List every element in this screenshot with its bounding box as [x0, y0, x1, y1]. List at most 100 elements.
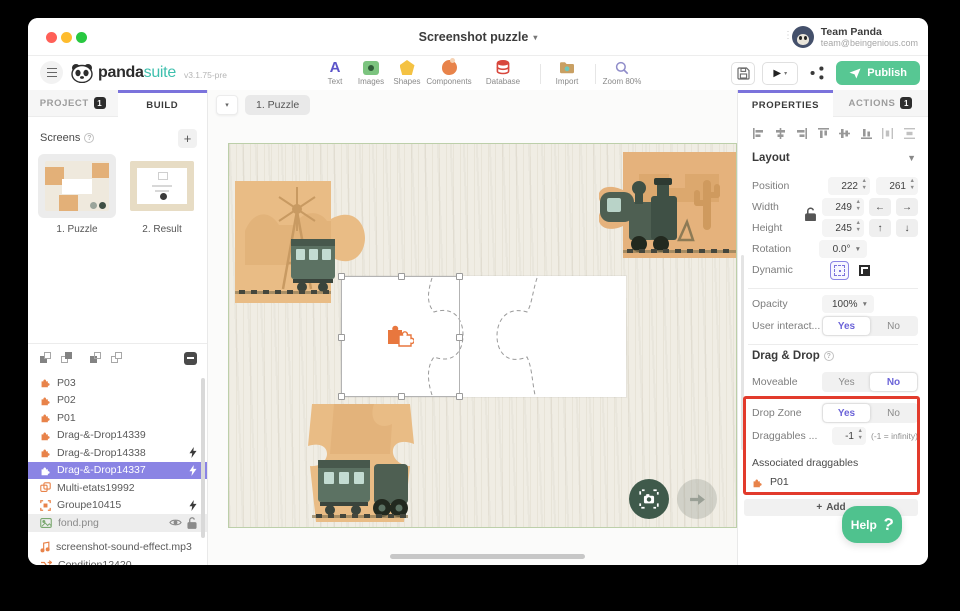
- next-button-disabled[interactable]: [677, 479, 717, 519]
- tool-zoom[interactable]: Zoom 80%: [596, 59, 648, 86]
- screen-thumbnail-puzzle[interactable]: 1. Puzzle: [38, 154, 116, 235]
- tab-actions[interactable]: ACTIONS 1: [833, 90, 928, 117]
- layer-row[interactable]: P02: [28, 392, 207, 410]
- resize-handle-ne[interactable]: [456, 273, 463, 280]
- brand-logo[interactable]: pandasuite v3.1.75-pre: [70, 59, 227, 87]
- lock-open-icon[interactable]: [187, 517, 197, 529]
- preview-button[interactable]: ▶ ▾: [762, 61, 799, 85]
- align-left-icon[interactable]: [752, 127, 765, 140]
- canvas-tab-puzzle[interactable]: 1. Puzzle: [245, 95, 311, 115]
- layer-row[interactable]: screenshot-sound-effect.mp3: [28, 539, 207, 557]
- distribute-horizontal-icon[interactable]: [881, 127, 894, 140]
- layers-scrollbar[interactable]: [201, 378, 205, 538]
- dropzone-yes[interactable]: Yes: [823, 404, 870, 422]
- height-input[interactable]: 245 ▲ ▼: [822, 219, 864, 237]
- stepper-icon[interactable]: ▲ ▼: [858, 428, 863, 442]
- send-backward-icon[interactable]: [90, 352, 102, 364]
- info-icon[interactable]: ?: [84, 133, 95, 143]
- align-bottom-icon[interactable]: [860, 127, 873, 140]
- stepper-icon[interactable]: ▲ ▼: [910, 178, 915, 192]
- stepper-icon[interactable]: ▲ ▼: [862, 178, 867, 192]
- stepper-icon[interactable]: ▲ ▼: [856, 220, 861, 234]
- resize-handle-s[interactable]: [398, 393, 405, 400]
- align-top-icon[interactable]: [817, 127, 830, 140]
- nudge-right-button[interactable]: →: [896, 198, 918, 216]
- draggables-count-input[interactable]: -1 ▲ ▼: [832, 427, 866, 445]
- user-interaction-row: User interact... Yes No: [752, 316, 918, 336]
- bring-to-front-icon[interactable]: [61, 352, 73, 364]
- tab-project[interactable]: PROJECT 1: [28, 90, 118, 117]
- tool-components[interactable]: Components: [423, 58, 475, 86]
- dragdrop-section-header: Drag & Drop ?: [752, 350, 916, 362]
- layer-row[interactable]: P03: [28, 374, 207, 392]
- nudge-down-button[interactable]: ↓: [896, 219, 918, 237]
- position-x-input[interactable]: 222 ▲ ▼: [828, 177, 870, 195]
- layer-row[interactable]: Drag-&-Drop14338: [28, 444, 207, 462]
- layer-row[interactable]: P01: [28, 409, 207, 427]
- user-interaction-yes[interactable]: Yes: [823, 317, 870, 335]
- nudge-left-button[interactable]: ←: [869, 198, 891, 216]
- puzzle-piece-bottom[interactable]: [304, 404, 418, 522]
- distribute-vertical-icon[interactable]: [903, 127, 916, 140]
- resize-handle-w[interactable]: [338, 334, 345, 341]
- screen-dropdown-button[interactable]: ▾: [216, 95, 238, 115]
- layer-row-selected[interactable]: Drag-&-Drop14337: [28, 461, 207, 479]
- info-icon[interactable]: ?: [823, 351, 834, 361]
- resize-handle-se[interactable]: [456, 393, 463, 400]
- align-right-icon[interactable]: [795, 127, 808, 140]
- tab-properties[interactable]: PROPERTIES: [738, 90, 833, 117]
- moveable-no[interactable]: No: [870, 373, 917, 391]
- resize-handle-n[interactable]: [398, 273, 405, 280]
- send-to-back-icon[interactable]: [111, 352, 123, 364]
- width-input[interactable]: 249 ▲ ▼: [822, 198, 864, 216]
- moveable-yes[interactable]: Yes: [823, 373, 870, 391]
- nudge-up-button[interactable]: ↑: [869, 219, 891, 237]
- resize-handle-e[interactable]: [456, 334, 463, 341]
- question-mark-icon: ?: [881, 513, 895, 535]
- panel-scrollbar[interactable]: [741, 255, 744, 450]
- help-button[interactable]: Help ?: [842, 506, 902, 543]
- user-interaction-no[interactable]: No: [870, 317, 917, 335]
- screen-thumbnail-result[interactable]: 2. Result: [123, 154, 201, 235]
- layer-row[interactable]: Condition12420: [28, 556, 207, 565]
- dynamic-row: Dynamic: [752, 260, 918, 280]
- associated-draggable-item[interactable]: P01: [752, 472, 918, 492]
- tab-build[interactable]: BUILD: [117, 90, 207, 117]
- brand-name-panda: panda: [98, 64, 144, 81]
- rotation-row: Rotation 0.0° ▼: [752, 239, 918, 259]
- canvas-horizontal-scrollbar[interactable]: [390, 554, 585, 559]
- layout-section-header[interactable]: Layout ▼: [752, 152, 916, 164]
- resize-handle-sw[interactable]: [338, 393, 345, 400]
- actions-badge: 1: [900, 97, 913, 109]
- publish-button[interactable]: Publish: [836, 61, 920, 85]
- puzzle-piece-top-right[interactable]: [599, 152, 737, 258]
- save-button[interactable]: [731, 61, 756, 85]
- align-middle-vertical-icon[interactable]: [838, 127, 851, 140]
- add-screen-button[interactable]: +: [178, 128, 197, 148]
- rotation-dropdown[interactable]: 0.0° ▼: [819, 240, 867, 258]
- dynamic-relative-button[interactable]: [830, 260, 849, 280]
- align-center-horizontal-icon[interactable]: [774, 127, 787, 140]
- share-button[interactable]: [805, 61, 830, 85]
- position-y-input[interactable]: 261 ▲ ▼: [876, 177, 918, 195]
- layer-row[interactable]: Multi-etats19992: [28, 479, 207, 497]
- layer-row[interactable]: Drag-&-Drop14339: [28, 427, 207, 445]
- app-version: v3.1.75-pre: [183, 70, 227, 80]
- layer-row[interactable]: fond.png: [28, 514, 207, 532]
- tool-database[interactable]: Database: [477, 59, 529, 86]
- user-account[interactable]: Team Panda team@beingenious.com: [791, 23, 918, 51]
- opacity-dropdown[interactable]: 100% ▼: [822, 295, 874, 313]
- stepper-icon[interactable]: ▲ ▼: [856, 199, 861, 213]
- tool-import[interactable]: Import: [541, 59, 593, 86]
- bring-forward-icon[interactable]: [40, 352, 52, 364]
- menu-button[interactable]: [40, 61, 63, 84]
- resize-handle-nw[interactable]: [338, 273, 345, 280]
- layer-row[interactable]: Groupe10415: [28, 497, 207, 515]
- dropzone-no[interactable]: No: [870, 404, 917, 422]
- screenshot-button[interactable]: [629, 479, 669, 519]
- eye-icon[interactable]: [169, 518, 182, 527]
- design-canvas[interactable]: [228, 143, 737, 528]
- selection-box[interactable]: [338, 273, 463, 400]
- dynamic-fixed-button[interactable]: [855, 261, 874, 280]
- delete-layer-icon[interactable]: [184, 351, 197, 365]
